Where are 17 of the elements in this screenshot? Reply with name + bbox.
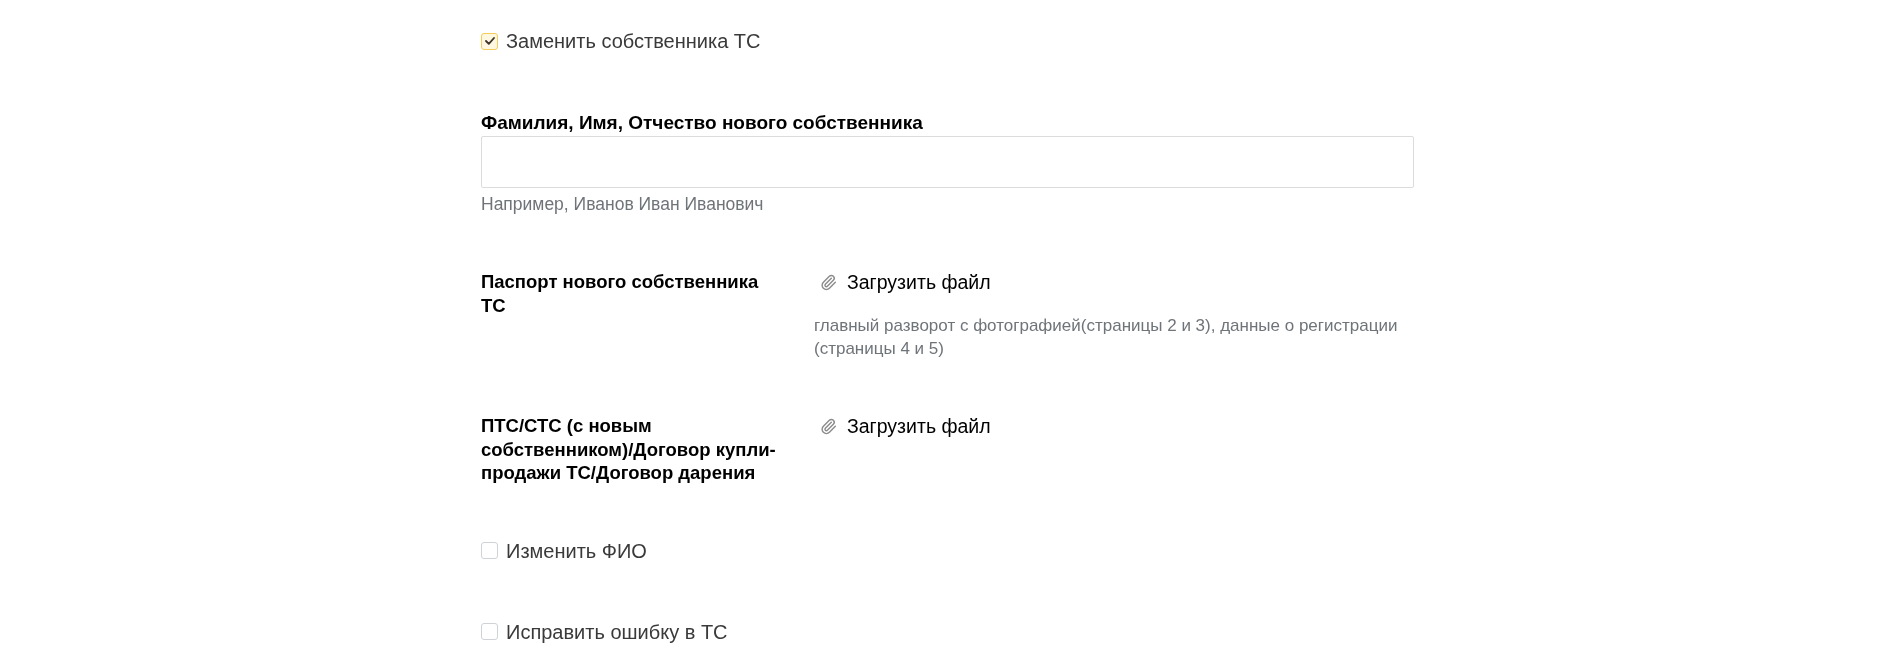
checkbox[interactable] (481, 623, 498, 640)
field-label: ПТС/СТС (с новым собственником)/Договор купли-продажи ТС/Договор дарения (481, 414, 777, 485)
help-text: главный разворот с фотографией(страницы 2 и 3), данные о регистрации (страницы 4 и 5) (814, 315, 1399, 360)
text-input-field[interactable] (481, 136, 1414, 188)
checkmark-icon (484, 37, 495, 45)
checkbox-label[interactable]: Заменить собственника ТС (506, 29, 761, 53)
help-text: Например, Иванов Иван Иванович (481, 193, 765, 215)
upload-file-button[interactable]: Загрузить файл (814, 270, 991, 294)
checkbox-label[interactable]: Изменить ФИО (506, 538, 647, 563)
checkbox[interactable] (481, 32, 498, 50)
paperclip-icon (820, 417, 837, 435)
paperclip-icon (820, 273, 837, 291)
field-label: Паспорт нового собственника ТС (481, 270, 760, 317)
upload-file-button[interactable]: Загрузить файл (814, 414, 991, 438)
checkbox-label[interactable]: Исправить ошибку в ТС (506, 619, 728, 644)
field-label: Фамилия, Имя, Отчество нового собственника (481, 111, 924, 134)
checkbox[interactable] (481, 542, 498, 559)
